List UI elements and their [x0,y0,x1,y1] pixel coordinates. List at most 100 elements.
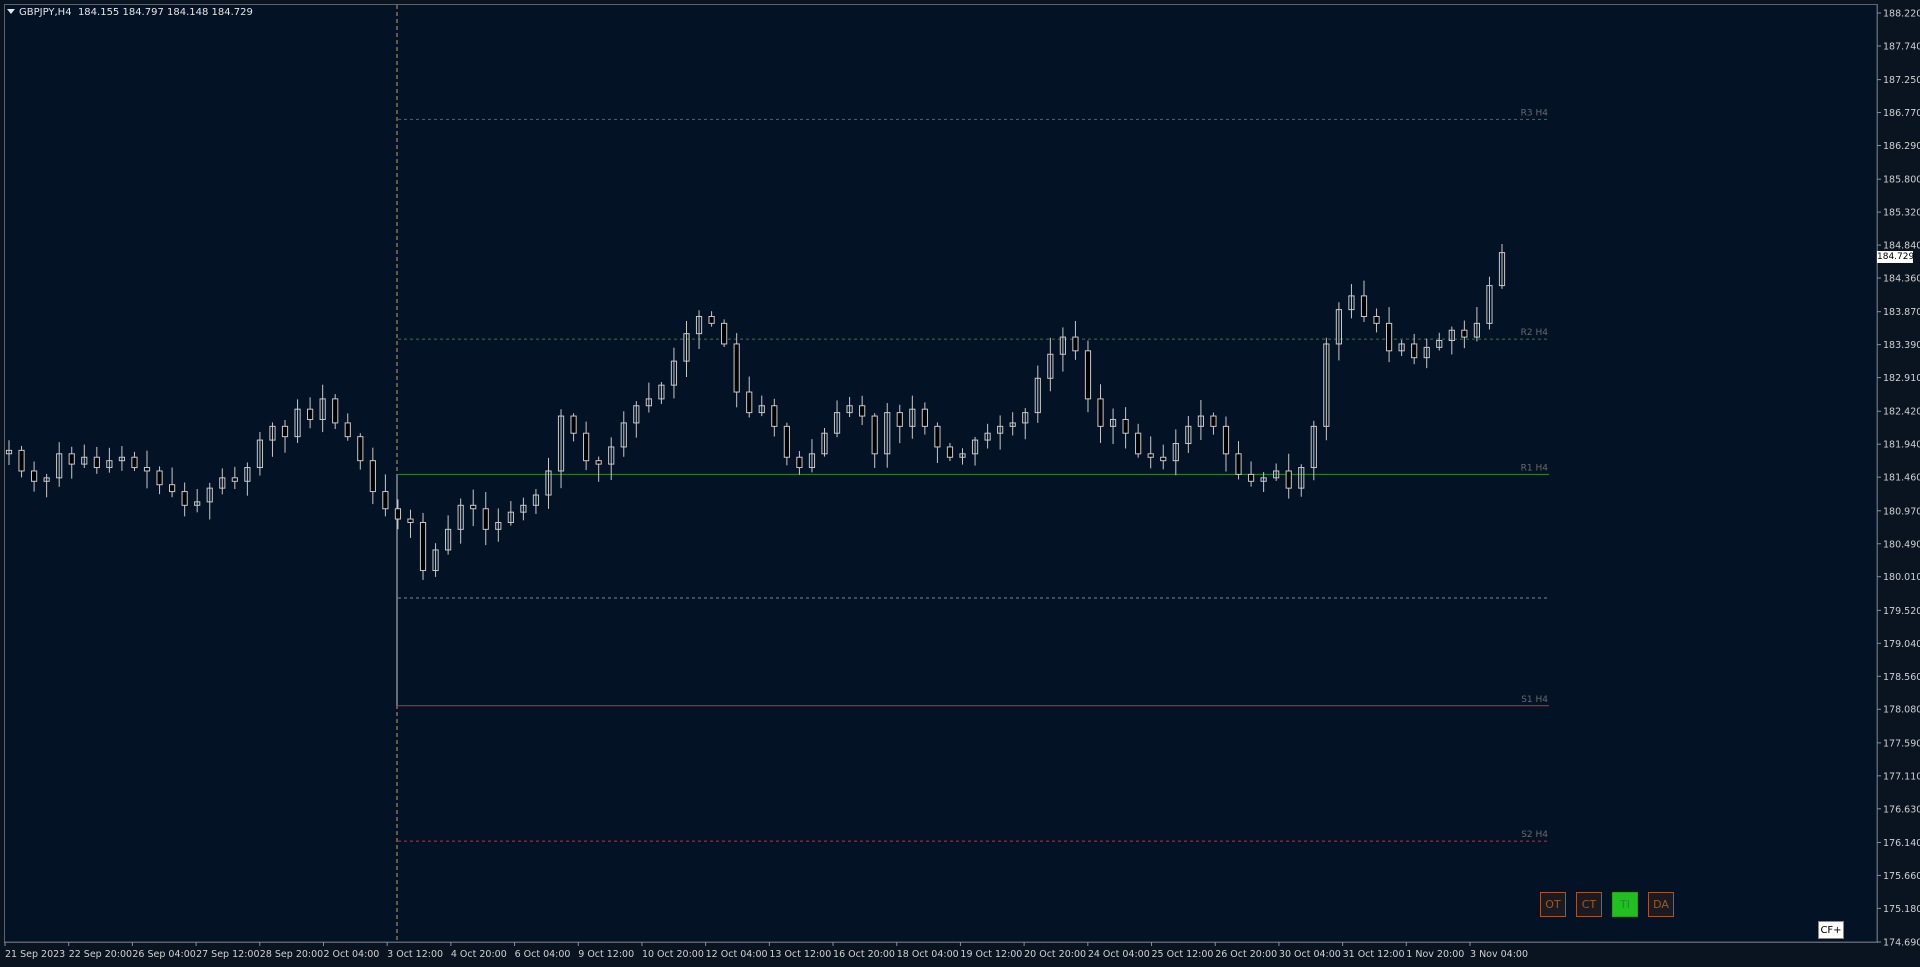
candle [1009,412,1016,436]
candle [896,404,903,444]
candle [608,437,615,481]
price-tick-label: 178.080 [1883,705,1920,716]
current-price-tag: 184.729 [1877,251,1915,263]
time-tick-label: 30 Oct 04:00 [1279,949,1341,960]
time-tick-label: 2 Oct 04:00 [323,949,379,960]
candle [457,498,464,544]
pivot-levels: R3 H4 R2 H4 R1 H4 S1 H4 S2 H4 [396,5,1549,942]
time-tick-label: 10 Oct 20:00 [642,949,704,960]
price-tick-label: 184.360 [1883,274,1920,285]
pivot-level-label: R2 H4 [1521,328,1549,338]
candle [1273,463,1280,481]
cf-plus-button[interactable]: CF+ [1818,921,1844,939]
candle [1436,332,1443,351]
candle [344,413,351,441]
candle [633,401,640,438]
ti-button[interactable]: TI [1612,892,1638,917]
dropdown-triangle-icon[interactable] [7,9,15,14]
price-axis: 188.220 187.740 187.250 186.770 186.290 185.8… [1876,5,1920,949]
candle [570,413,577,442]
candle [595,456,602,482]
time-tick-label: 31 Oct 12:00 [1343,949,1405,960]
candle [1310,420,1317,481]
candle [81,444,88,469]
price-tick-label: 180.490 [1883,539,1920,550]
candle [670,347,678,399]
ohlc-values: 184.155 184.797 184.148 184.729 [77,7,253,18]
time-tick-label: 24 Oct 04:00 [1088,949,1150,960]
candle [470,489,477,527]
candle [1160,444,1167,470]
candle [93,446,100,474]
price-tick-label: 184.840 [1883,241,1920,252]
price-tick-label: 181.460 [1883,473,1920,484]
price-tick-label: 177.110 [1883,771,1920,782]
candle [319,384,326,433]
chart-window: R3 H4 R2 H4 R1 H4 S1 H4 S2 H4 188.220 187.740… [0,0,1920,967]
pivot-level-label: S1 H4 [1521,695,1548,705]
candle [695,310,703,349]
time-tick-label: 27 Sep 12:00 [196,949,259,960]
candle [1109,408,1117,445]
symbol-header[interactable]: GBPJPY,H4 184.155 184.797 184.148 184.72… [7,7,253,18]
candle [909,395,916,439]
candle [307,397,314,429]
candle [821,427,828,457]
candle [394,499,402,530]
candle [244,462,251,496]
candle [1285,453,1292,499]
candle [5,440,13,466]
price-tick-label: 182.910 [1883,373,1920,384]
candles [5,243,1506,580]
candle [181,482,188,517]
candle [1122,407,1129,449]
candle [169,467,176,498]
da-button[interactable]: DA [1648,892,1674,917]
candle [746,376,753,418]
candle [1222,416,1230,472]
candle [507,501,514,526]
candle [1210,412,1217,435]
candle [1059,327,1066,372]
time-tick-label: 28 Sep 20:00 [260,949,323,960]
candle [68,446,75,479]
candle [1348,284,1355,319]
candle [1448,326,1455,355]
price-tick-label: 174.690 [1883,938,1920,949]
time-tick-label: 16 Oct 20:00 [833,949,895,960]
time-axis: 21 Sep 2023 22 Sep 20:00 26 Sep 04:00 27 Se… [4,941,1877,960]
candle [231,466,238,490]
candle [1084,340,1092,413]
price-tick-label: 187.740 [1883,41,1920,52]
price-tick-label: 186.290 [1883,141,1920,152]
candle [1323,337,1330,441]
candle [583,421,590,471]
candle [43,473,50,498]
candle [106,447,113,473]
ot-button[interactable]: OT [1540,892,1566,917]
price-tick-label: 181.940 [1883,440,1920,451]
candle [959,448,966,465]
candle [733,333,740,408]
candle [1147,436,1154,469]
candle [419,512,427,580]
candle [1235,441,1242,480]
candle [445,515,452,555]
ct-button[interactable]: CT [1576,892,1602,917]
candle [1335,302,1342,361]
price-tick-label: 183.390 [1883,340,1920,351]
candle [1172,429,1179,476]
candle [1373,308,1380,333]
price-tick-label: 182.420 [1883,407,1920,418]
price-tick-label: 187.250 [1883,75,1920,86]
time-tick-label: 18 Oct 04:00 [897,949,959,960]
time-tick-label: 12 Oct 04:00 [706,949,768,960]
candle [545,457,552,509]
price-tick-label: 178.560 [1883,672,1920,683]
candle [1260,472,1267,492]
candle [532,489,540,514]
candle [921,402,928,435]
candle [1385,307,1393,363]
candle [1398,339,1405,357]
candle [1298,464,1305,497]
